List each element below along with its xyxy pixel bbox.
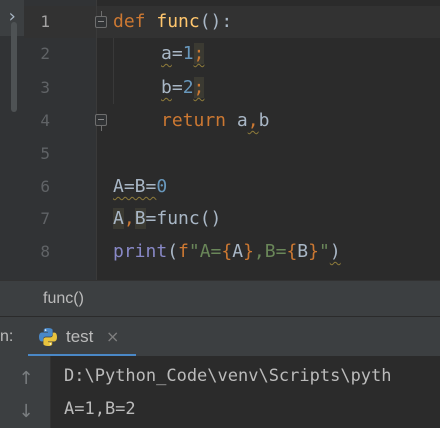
- code-line-7[interactable]: A,B=func(): [113, 203, 221, 235]
- close-icon[interactable]: ×: [106, 317, 119, 357]
- fold-marker-icon[interactable]: [95, 114, 107, 131]
- project-panel-strip: ›: [0, 0, 24, 280]
- variable: B: [297, 241, 309, 262]
- code-line-1[interactable]: def func():: [113, 6, 232, 38]
- brace: {: [286, 241, 298, 262]
- semicolon-warning: ;: [193, 77, 205, 98]
- builtin-print: print: [113, 241, 168, 262]
- call-expression: =func(): [145, 208, 222, 229]
- line-number: 5: [40, 144, 50, 163]
- string-part: ,B=: [253, 241, 287, 262]
- breadcrumb-item[interactable]: func(): [43, 281, 84, 317]
- comma: ,: [247, 110, 259, 131]
- operator: =: [171, 77, 183, 98]
- operator: =: [171, 43, 183, 64]
- function-name: func: [156, 11, 200, 32]
- code-line-8[interactable]: print(f"A={A},B={B}"): [113, 236, 341, 268]
- line-number: 8: [40, 242, 50, 261]
- run-toolbar: ↑ ↓: [0, 356, 50, 428]
- gutter-divider: [96, 0, 97, 280]
- code-line-6[interactable]: A=B=0: [113, 171, 167, 203]
- line-number: 2: [40, 44, 50, 63]
- line-number: 7: [40, 209, 50, 228]
- variable: a: [161, 43, 172, 64]
- variable: B: [134, 208, 146, 229]
- variable: A: [232, 241, 244, 262]
- fstring-prefix: f: [178, 241, 189, 262]
- code-line-3[interactable]: b=2;: [161, 72, 205, 104]
- run-tab-test[interactable]: test ×: [28, 317, 136, 357]
- number-literal: 0: [156, 176, 168, 197]
- string-part: ": [318, 241, 330, 262]
- python-icon: [39, 328, 57, 346]
- run-tab-label: test: [66, 327, 94, 346]
- keyword-return: return: [161, 110, 227, 131]
- run-console[interactable]: D:\Python_Code\venv\Scripts\pyth A=1,B=2: [51, 356, 440, 428]
- code-line-4[interactable]: return a,b: [161, 105, 269, 137]
- arrow-down-icon[interactable]: ↓: [16, 402, 36, 422]
- paren: (: [167, 241, 179, 262]
- run-tool-window-header: n: test ×: [0, 316, 440, 357]
- comma: ,: [123, 208, 135, 229]
- variable: A: [113, 208, 124, 229]
- code-editor[interactable]: › 1 2 3 4 5 6 7 8 def func(): a=1; b=2; …: [0, 0, 440, 280]
- line-number: 3: [40, 78, 50, 97]
- code-line-2[interactable]: a=1;: [161, 38, 205, 70]
- indent-guide: [113, 38, 114, 104]
- breadcrumb[interactable]: func(): [0, 280, 440, 316]
- console-output-line: A=1,B=2: [64, 399, 136, 419]
- line-number: 6: [40, 177, 50, 196]
- paren: ): [329, 241, 341, 262]
- string-part: "A=: [188, 241, 222, 262]
- arrow-up-icon[interactable]: ↑: [16, 369, 36, 389]
- fold-marker-icon[interactable]: [95, 11, 107, 28]
- console-output-line: D:\Python_Code\venv\Scripts\pyth: [64, 366, 392, 386]
- number-literal: 1: [182, 43, 194, 64]
- run-window-title: n:: [0, 328, 14, 345]
- brace: {: [221, 241, 233, 262]
- assignment: A=B=: [113, 176, 157, 197]
- keyword-def: def: [113, 11, 146, 32]
- variable: a: [236, 110, 248, 131]
- number-literal: 2: [182, 77, 194, 98]
- line-number: 1: [40, 12, 50, 31]
- variable: b: [258, 110, 270, 131]
- editor-scrollbar-thumb[interactable]: [11, 22, 17, 112]
- semicolon-warning: ;: [193, 43, 205, 64]
- brace: }: [308, 241, 319, 262]
- brace: }: [243, 241, 254, 262]
- punctuation: ():: [199, 11, 233, 32]
- variable: b: [161, 77, 172, 98]
- line-number: 4: [40, 111, 50, 130]
